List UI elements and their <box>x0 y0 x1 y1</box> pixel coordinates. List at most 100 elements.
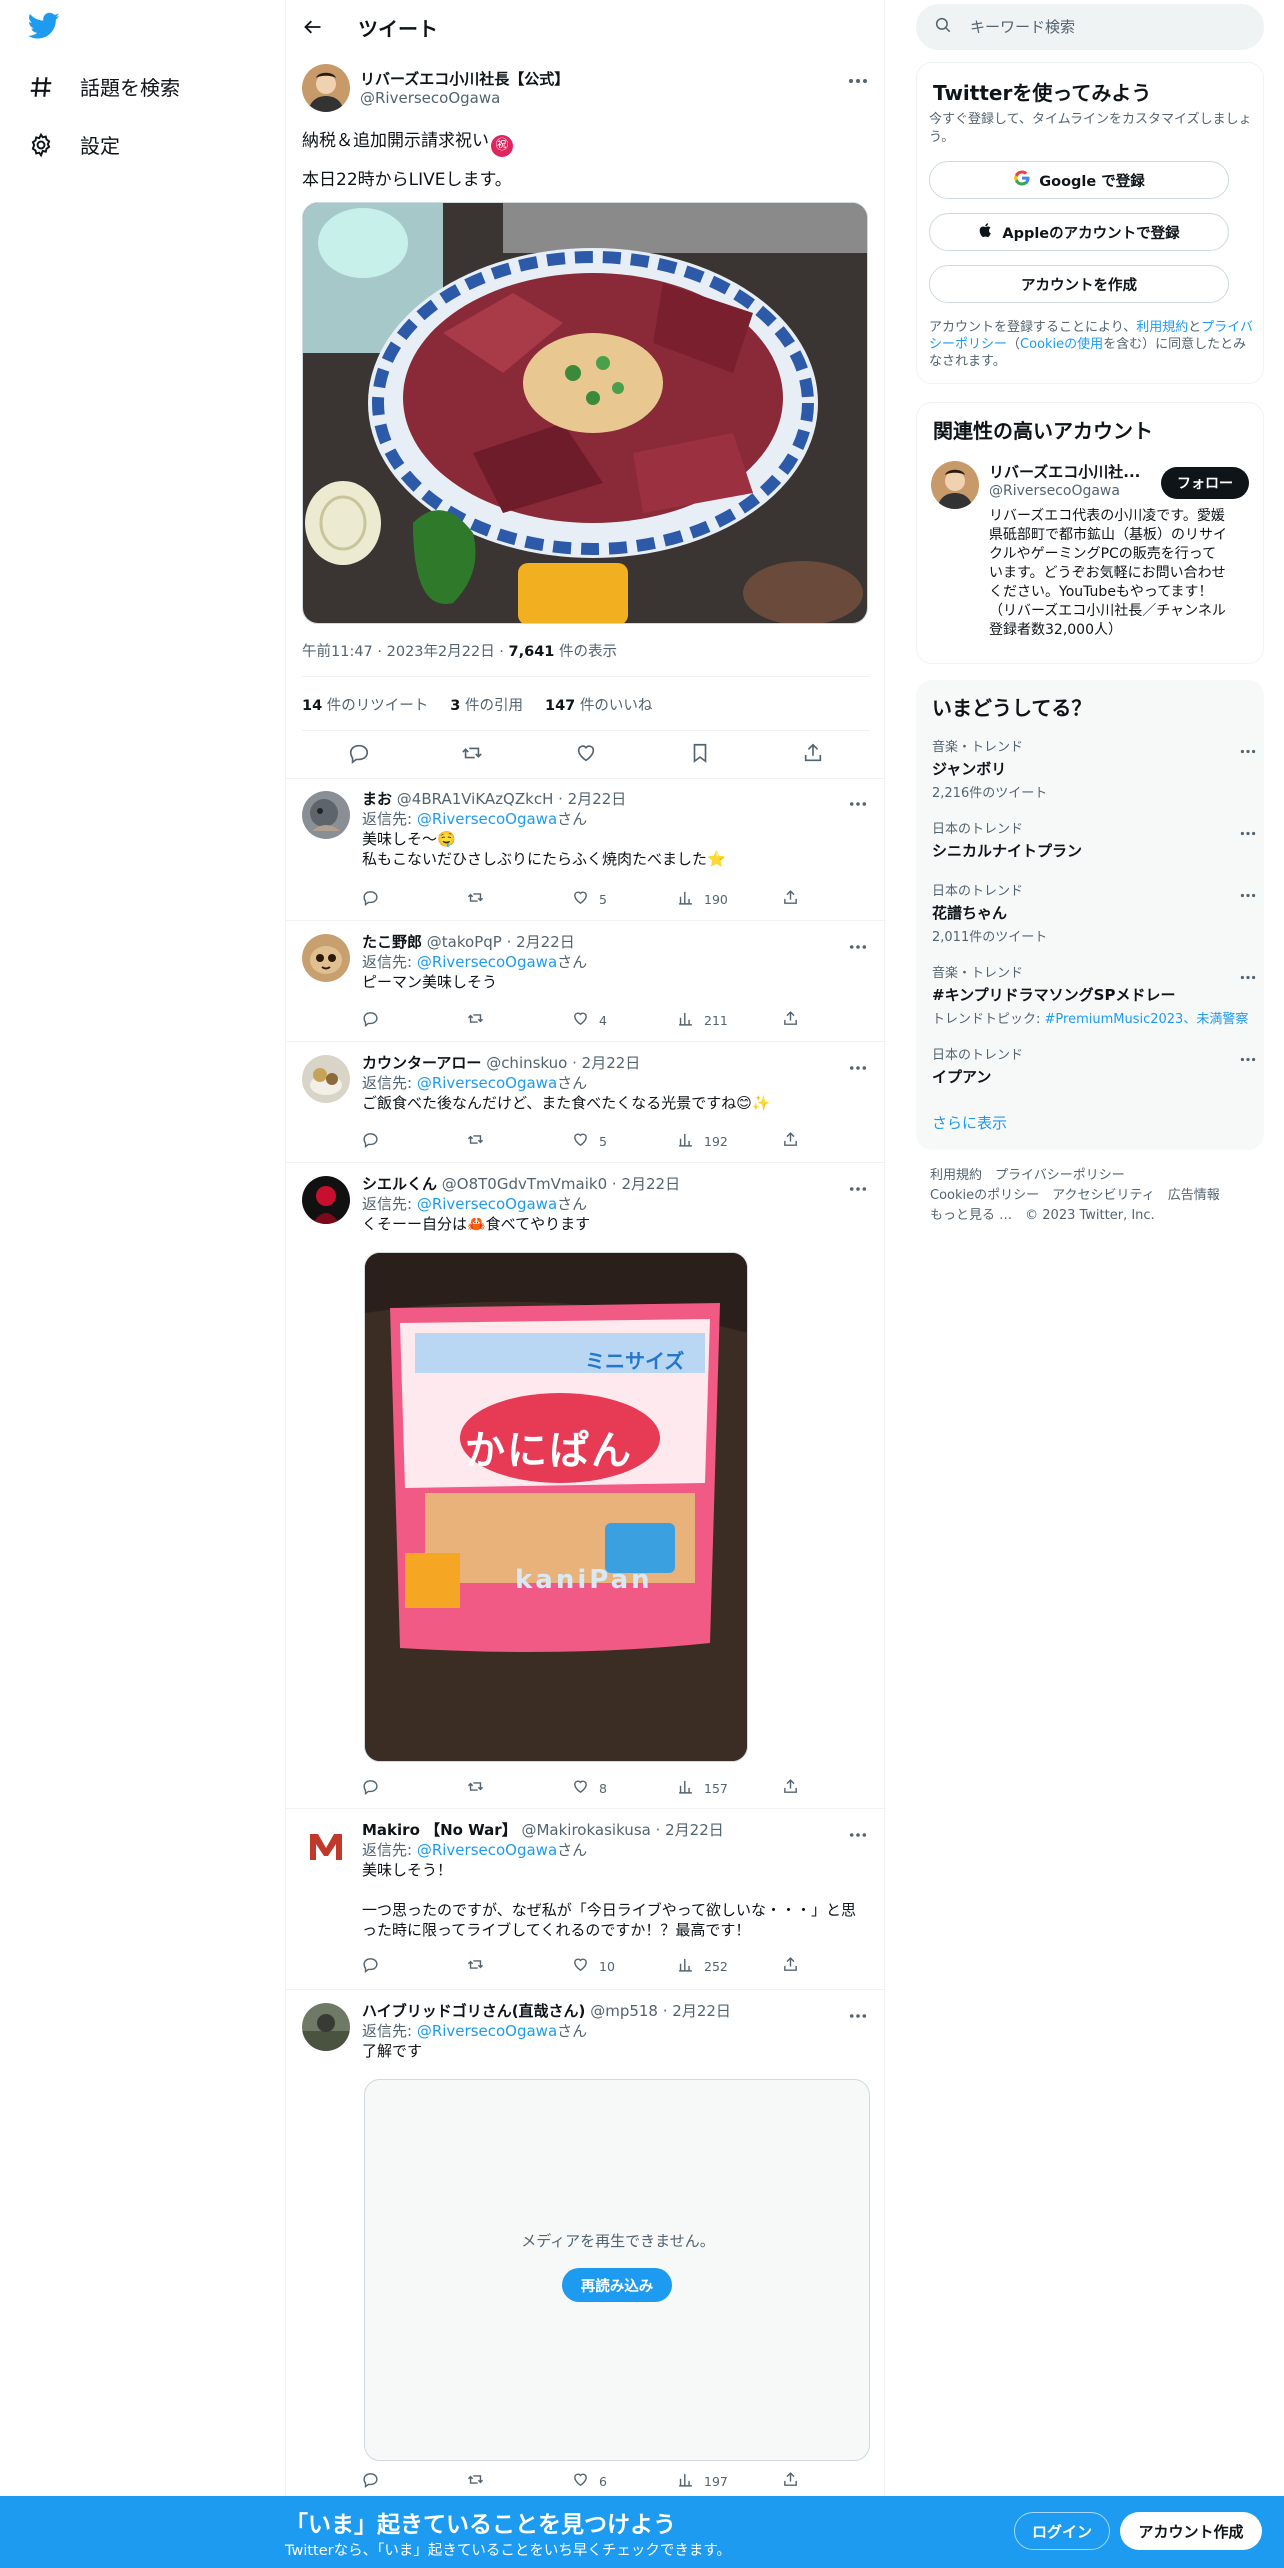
retweet-button[interactable] <box>467 1131 537 1151</box>
views-button[interactable]: 197 <box>677 2471 747 2491</box>
more-options-button[interactable] <box>846 1053 870 1077</box>
like-button[interactable]: 5 <box>572 889 642 909</box>
reply-author-handle[interactable]: @chinskuo <box>486 1054 567 1072</box>
reply-button[interactable] <box>362 1956 432 1976</box>
like-button[interactable]: 5 <box>572 1131 642 1151</box>
reply-button[interactable] <box>362 1778 432 1798</box>
avatar[interactable] <box>302 934 350 982</box>
follow-button[interactable]: フォロー <box>1161 467 1249 499</box>
reply-tweet[interactable]: たこ野郎 @takoPqP · 2月22日 返信先: @RiversecoOga… <box>286 922 886 1042</box>
trend-more-button[interactable] <box>1236 1044 1260 1068</box>
search-bar[interactable] <box>916 4 1264 50</box>
reply-tweet[interactable]: カウンターアロー @chinskuo · 2月22日 返信先: @Riverse… <box>286 1043 886 1163</box>
retweet-stat[interactable]: 14 件のリツイート <box>302 694 428 715</box>
reply-to-link[interactable]: @RiversecoOgawa <box>417 810 557 828</box>
reply-button[interactable] <box>362 889 432 909</box>
reply-tweet[interactable]: ハイブリッドゴリさん(直哉さん) @mp518 · 2月22日 返信先: @Ri… <box>286 1991 886 2496</box>
more-options-button[interactable] <box>846 66 870 90</box>
cookie-link[interactable]: Cookieの使用 <box>1020 337 1103 352</box>
trend-more-button[interactable] <box>1236 736 1260 760</box>
author-handle[interactable]: @RiversecoOgawa <box>360 89 500 107</box>
reply-date[interactable]: 2月22日 <box>516 933 575 951</box>
create-account-button[interactable]: アカウントを作成 <box>929 265 1229 303</box>
reply-to-link[interactable]: @RiversecoOgawa <box>417 1195 557 1213</box>
more-options-button[interactable] <box>846 932 870 956</box>
avatar[interactable] <box>302 1176 350 1224</box>
reply-button[interactable] <box>348 742 370 768</box>
nav-settings[interactable]: 設定 <box>28 130 120 159</box>
more-options-button[interactable] <box>846 1820 870 1844</box>
reply-date[interactable]: 2月22日 <box>582 1054 641 1072</box>
share-button[interactable] <box>782 2471 802 2491</box>
footer-cookie-link[interactable]: Cookieのポリシー <box>930 1188 1039 1203</box>
reply-to-link[interactable]: @RiversecoOgawa <box>417 953 557 971</box>
bookmark-button[interactable] <box>689 742 711 768</box>
related-account-name[interactable]: リバーズエコ小川社... <box>989 461 1140 482</box>
reply-author-name[interactable]: ハイブリッドゴリさん(直哉さん) <box>362 2002 585 2020</box>
footer-privacy-link[interactable]: プライバシーポリシー <box>995 1168 1125 1183</box>
avatar[interactable] <box>302 1055 350 1103</box>
reply-date[interactable]: 2月22日 <box>672 2002 731 2020</box>
tweet-date[interactable]: 2023年2月22日 <box>387 644 495 660</box>
like-stat[interactable]: 147 件のいいね <box>545 694 652 715</box>
related-account-handle[interactable]: @RiversecoOgawa <box>989 483 1120 499</box>
views-button[interactable]: 211 <box>677 1010 747 1030</box>
reply-button[interactable] <box>362 2471 432 2491</box>
reply-date[interactable]: 2月22日 <box>665 1821 724 1839</box>
avatar[interactable] <box>302 791 350 839</box>
like-button[interactable]: 10 <box>572 1956 642 1976</box>
reply-button[interactable] <box>362 1131 432 1151</box>
login-button[interactable]: ログイン <box>1014 2512 1110 2550</box>
avatar[interactable] <box>302 1822 350 1870</box>
trend-item[interactable]: 日本のトレンド シニカルナイトプラン <box>932 818 1256 861</box>
trend-item[interactable]: 日本のトレンド イプアン <box>932 1044 1256 1087</box>
reply-photo-kanipan[interactable]: ミニサイズ かにぱん kaniPan <box>364 1252 748 1762</box>
reply-author-name[interactable]: カウンターアロー <box>362 1054 481 1072</box>
back-button[interactable] <box>299 13 327 41</box>
quote-stat[interactable]: 3 件の引用 <box>450 694 523 715</box>
share-button[interactable] <box>802 742 824 768</box>
more-options-button[interactable] <box>846 2001 870 2025</box>
twitter-logo-icon[interactable] <box>27 12 60 44</box>
footer-accessibility-link[interactable]: アクセシビリティ <box>1052 1188 1155 1203</box>
tweet-time[interactable]: 午前11:47 <box>302 644 373 660</box>
trend-item[interactable]: 音楽・トレンド #キンプリドラマソングSPメドレー トレンドトピック: #Pre… <box>932 962 1256 1027</box>
tweet-photo-yakiniku[interactable] <box>302 202 868 624</box>
trend-more-button[interactable] <box>1236 962 1260 986</box>
like-button[interactable]: 6 <box>572 2471 642 2491</box>
reply-author-handle[interactable]: @mp518 <box>590 2002 658 2020</box>
footer-terms-link[interactable]: 利用規約 <box>930 1168 982 1183</box>
reply-author-name[interactable]: まお <box>362 790 392 808</box>
more-options-button[interactable] <box>846 789 870 813</box>
trend-item[interactable]: 音楽・トレンド ジャンボリ 2,216件のツイート <box>932 736 1256 801</box>
nav-explore[interactable]: 話題を検索 <box>28 72 180 101</box>
reply-to-link[interactable]: @RiversecoOgawa <box>417 2022 557 2040</box>
search-input[interactable] <box>970 18 1240 36</box>
footer-more-link[interactable]: もっと見る … <box>930 1208 1012 1223</box>
apple-signup-button[interactable]: Appleのアカウントで登録 <box>929 213 1229 251</box>
views-button[interactable]: 157 <box>677 1778 747 1798</box>
reply-tweet[interactable]: Makiro 【No War】 @Makirokasikusa · 2月22日 … <box>286 1810 886 1990</box>
footer-ads-link[interactable]: 広告情報 <box>1168 1188 1220 1203</box>
share-button[interactable] <box>782 1956 802 1976</box>
like-button[interactable]: 4 <box>572 1010 642 1030</box>
share-button[interactable] <box>782 1010 802 1030</box>
reload-button[interactable]: 再読み込み <box>562 2268 672 2302</box>
reply-author-handle[interactable]: @O8T0GdvTmVmaik0 <box>442 1175 607 1193</box>
reply-author-name[interactable]: たこ野郎 <box>362 933 422 951</box>
avatar[interactable] <box>931 461 979 509</box>
reply-date[interactable]: 2月22日 <box>568 790 627 808</box>
trend-more-button[interactable] <box>1236 818 1260 842</box>
avatar[interactable] <box>302 2003 350 2051</box>
retweet-button[interactable] <box>467 2471 537 2491</box>
google-signup-button[interactable]: Google で登録 <box>929 161 1229 199</box>
more-options-button[interactable] <box>846 1174 870 1198</box>
show-more-link[interactable]: さらに表示 <box>932 1112 1007 1133</box>
reply-to-link[interactable]: @RiversecoOgawa <box>417 1074 557 1092</box>
reply-date[interactable]: 2月22日 <box>621 1175 680 1193</box>
reply-to-link[interactable]: @RiversecoOgawa <box>417 1841 557 1859</box>
share-button[interactable] <box>782 1131 802 1151</box>
reply-author-name[interactable]: シエルくん <box>362 1175 437 1193</box>
reply-author-handle[interactable]: @takoPqP <box>427 933 502 951</box>
retweet-button[interactable] <box>467 1010 537 1030</box>
